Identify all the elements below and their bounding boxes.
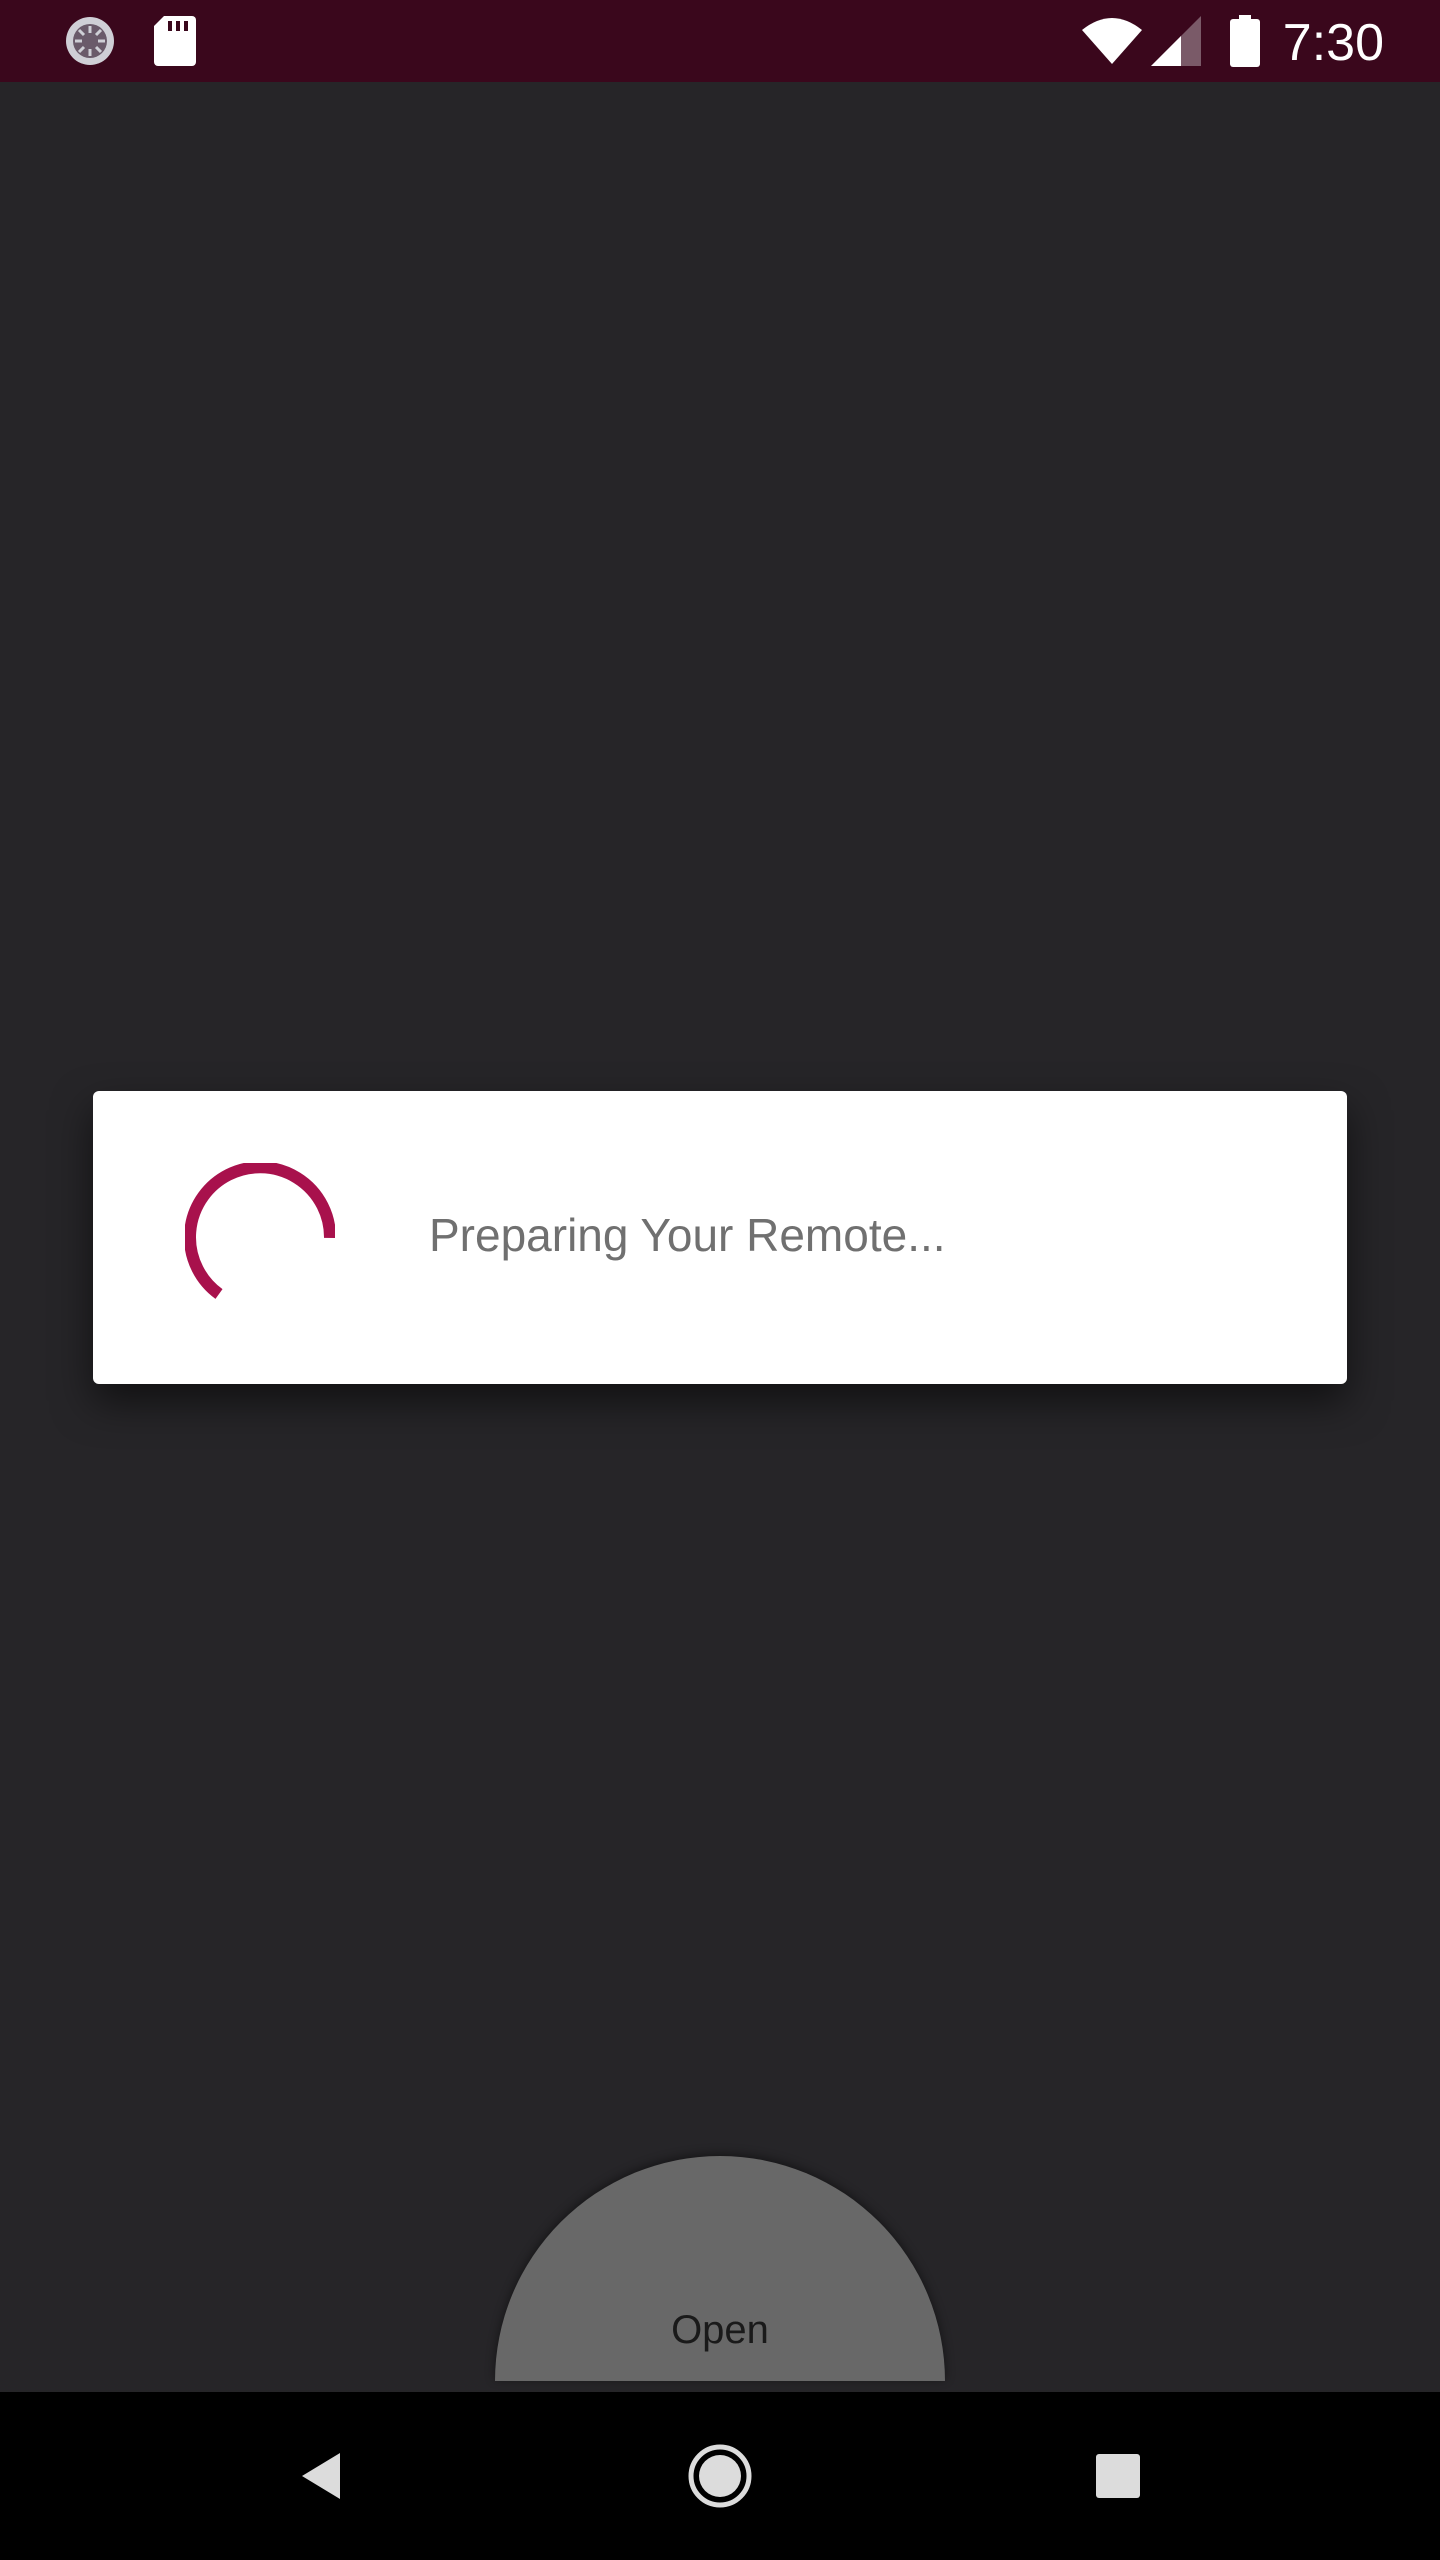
sd-card-icon <box>150 0 200 82</box>
home-icon[interactable] <box>636 2392 804 2560</box>
cell-signal-icon <box>1150 0 1202 82</box>
open-button-label: Open <box>671 2308 769 2352</box>
loading-spinner-icon <box>184 1161 337 1313</box>
sync-icon <box>62 0 118 82</box>
battery-icon <box>1228 0 1262 82</box>
wifi-icon <box>1080 0 1144 82</box>
back-icon[interactable] <box>238 2392 406 2560</box>
dialog-message: Preparing Your Remote... <box>429 1209 946 1261</box>
status-bar: 7:30 <box>0 0 1440 82</box>
navigation-bar <box>0 2392 1440 2560</box>
status-time: 7:30 <box>1282 14 1384 72</box>
recents-icon[interactable] <box>1034 2392 1202 2560</box>
